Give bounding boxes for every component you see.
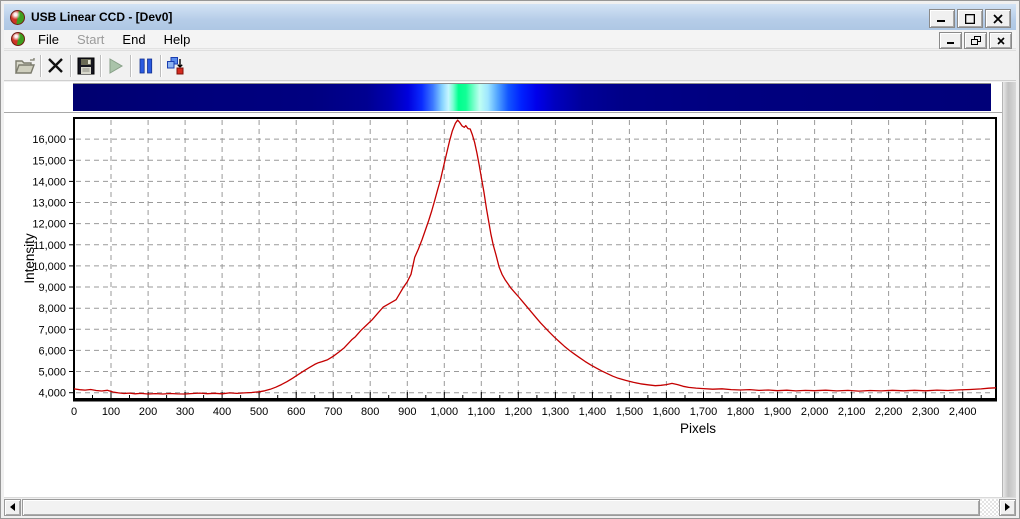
toolbar-separator: [40, 54, 41, 77]
play-button[interactable]: [103, 54, 128, 78]
y-tick-label: 13,000: [32, 198, 66, 210]
x-tick-label: 1,600: [653, 406, 681, 418]
y-axis-title: Intensity: [22, 233, 37, 284]
y-tick-label: 15,000: [32, 155, 66, 167]
title-bar[interactable]: USB Linear CCD - [Dev0]: [4, 4, 1016, 30]
x-tick-label: 0: [71, 406, 77, 418]
ccd-chart: 4,000 5,000 6,000 7,000 8,000 9,000 10,000 11,0…: [22, 117, 997, 436]
pause-button[interactable]: [133, 54, 158, 78]
floppy-disk-icon: [77, 57, 94, 74]
x-tick-label: 1,100: [468, 406, 496, 418]
play-icon: [109, 57, 123, 74]
x-tick-label: 1,400: [579, 406, 607, 418]
x-tick-label: 1,000: [431, 406, 459, 418]
app-icon: [10, 9, 25, 25]
y-tick-label: 11,000: [33, 240, 66, 252]
x-axis-title: Pixels: [680, 421, 716, 436]
y-tick-label: 6,000: [38, 345, 66, 357]
y-tick-label: 9,000: [38, 282, 66, 294]
x-tick-label: 2,400: [949, 406, 977, 418]
pause-icon: [139, 58, 152, 73]
toolbar-separator: [70, 54, 71, 77]
spectrum-bar: [73, 83, 991, 111]
x-tick-label: 300: [176, 406, 194, 418]
close-button[interactable]: [985, 9, 1011, 28]
toolbar-separator: [160, 54, 161, 77]
x-tick-label: 400: [213, 406, 231, 418]
x-tick-label: 200: [139, 406, 157, 418]
x-tick-label: 2,000: [801, 406, 829, 418]
x-icon: [48, 58, 63, 73]
x-tick-label: 700: [324, 406, 342, 418]
x-tick-label: 1,800: [727, 406, 755, 418]
y-tick-label: 12,000: [32, 219, 66, 231]
x-tick-label: 800: [361, 406, 379, 418]
menu-item-file[interactable]: File: [29, 31, 68, 48]
y-tick-label: 5,000: [38, 367, 66, 379]
y-tick-label: 7,000: [38, 324, 66, 336]
save-button[interactable]: [73, 54, 98, 78]
toolbar: [4, 50, 1016, 81]
x-tick-label: 100: [102, 406, 120, 418]
x-tick-label: 1,200: [505, 406, 533, 418]
horizontal-scrollbar[interactable]: [4, 497, 1016, 516]
transfer-button[interactable]: [163, 54, 188, 78]
x-tick-label: 1,300: [542, 406, 570, 418]
mdi-document-icon[interactable]: [11, 32, 25, 46]
scroll-left-button[interactable]: [4, 498, 21, 516]
mdi-minimize-button[interactable]: [939, 32, 962, 49]
x-tick-label: 2,100: [838, 406, 866, 418]
x-tick-label: 1,700: [690, 406, 718, 418]
delete-button[interactable]: [43, 54, 68, 78]
scroll-right-button[interactable]: [999, 498, 1016, 516]
menu-item-end[interactable]: End: [113, 31, 154, 48]
content-area: CCD Pixels Display 4,0005,0006,0007,0008…: [4, 82, 1003, 497]
x-tick-label: 2,300: [912, 406, 940, 418]
scrollbar-thumb[interactable]: [22, 498, 980, 516]
maximize-button[interactable]: [957, 9, 983, 28]
window-title: USB Linear CCD - [Dev0]: [31, 10, 173, 24]
x-tick-label: 1,900: [764, 406, 792, 418]
y-tick-label: 8,000: [38, 303, 66, 315]
menu-bar: File Start End Help: [4, 30, 1016, 49]
menu-item-help[interactable]: Help: [155, 31, 200, 48]
y-tick-label: 16,000: [32, 134, 66, 146]
x-tick-label: 900: [398, 406, 416, 418]
mdi-restore-button[interactable]: [964, 32, 987, 49]
x-tick-label: 2,200: [875, 406, 903, 418]
menu-item-start: Start: [76, 31, 105, 47]
y-tick-label: 4,000: [38, 388, 66, 400]
mdi-close-button[interactable]: [989, 32, 1012, 49]
open-folder-icon: [15, 57, 36, 74]
y-tick-label: 14,000: [32, 176, 66, 188]
transfer-icon: [167, 57, 184, 75]
x-tick-label: 500: [250, 406, 268, 418]
vertical-scrollbar-track[interactable]: [1002, 82, 1016, 497]
minimize-button[interactable]: [929, 9, 955, 28]
toolbar-separator: [100, 54, 101, 77]
open-button[interactable]: [13, 54, 38, 78]
app-window: USB Linear CCD - [Dev0] File Start End Help: [0, 0, 1020, 519]
toolbar-separator: [130, 54, 131, 77]
x-tick-label: 600: [287, 406, 305, 418]
scrollbar-track[interactable]: [980, 498, 999, 516]
y-tick-label: 10,000: [32, 261, 66, 273]
x-tick-label: 1,500: [616, 406, 644, 418]
